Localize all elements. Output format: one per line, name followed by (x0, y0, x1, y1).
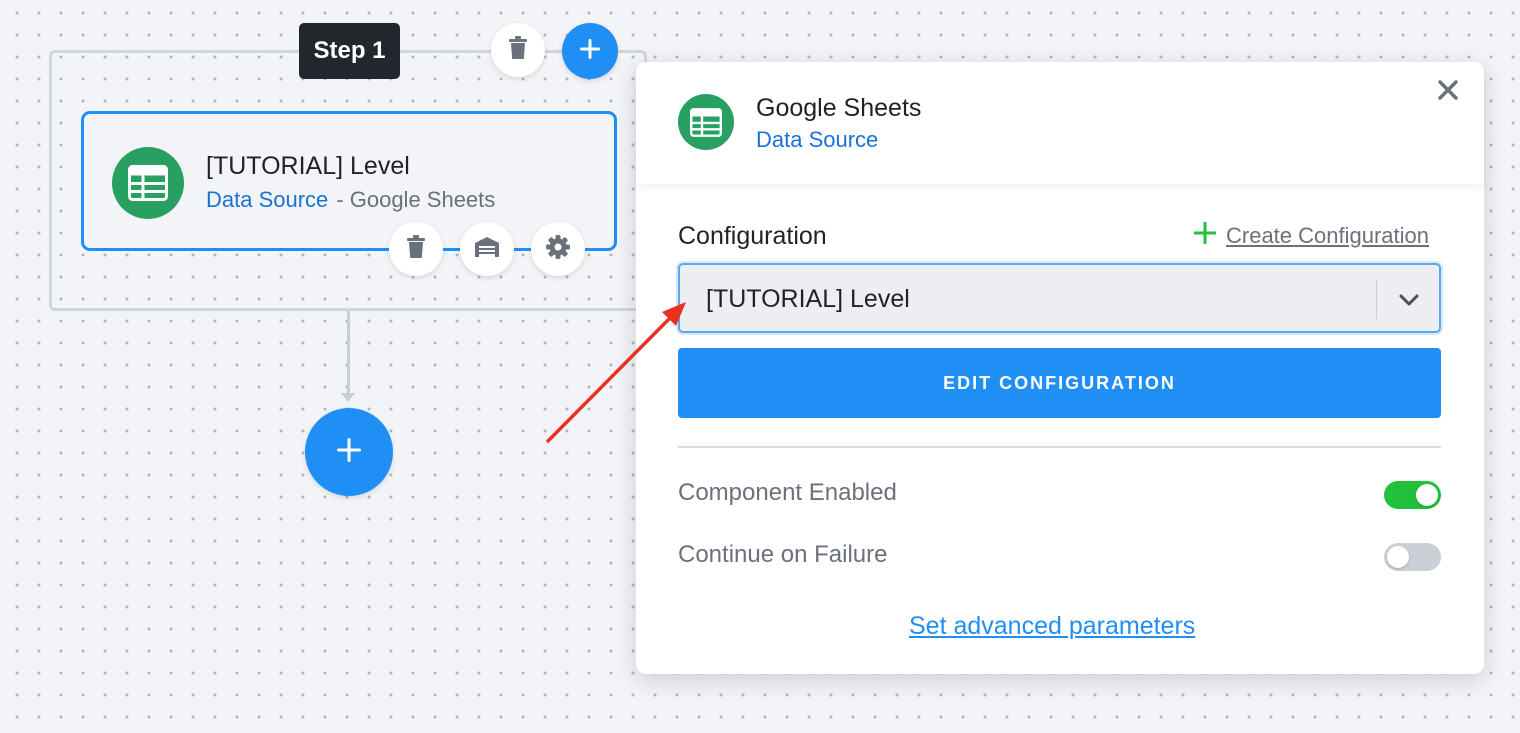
trash-icon (507, 35, 529, 65)
add-step-button[interactable] (305, 408, 393, 496)
chevron-down-icon[interactable] (1395, 286, 1423, 314)
component-enabled-label: Component Enabled (678, 479, 897, 506)
plus-icon (1194, 222, 1216, 249)
component-title: [TUTORIAL] Level (206, 152, 410, 180)
toggle-knob (1387, 546, 1409, 568)
trash-icon (405, 234, 427, 264)
edit-configuration-button[interactable]: EDIT CONFIGURATION (678, 348, 1441, 418)
component-card[interactable]: [TUTORIAL] Level Data Source - Google She… (81, 111, 617, 251)
delete-step-button[interactable] (491, 23, 545, 77)
advanced-parameters-link[interactable]: Set advanced parameters (909, 612, 1195, 641)
component-type: Data Source (206, 187, 329, 212)
continue-on-failure-toggle[interactable] (1384, 543, 1441, 571)
component-subtitle: Data Source - Google Sheets (206, 187, 495, 213)
close-panel-button[interactable] (1432, 76, 1464, 108)
configuration-select[interactable]: [TUTORIAL] Level (678, 263, 1441, 333)
toggle-knob (1416, 484, 1438, 506)
panel-title: Google Sheets (756, 94, 922, 122)
close-icon (1438, 79, 1458, 105)
panel-header: Google Sheets Data Source (636, 62, 1484, 184)
configuration-label: Configuration (678, 222, 827, 250)
google-sheets-icon (112, 147, 184, 219)
settings-button[interactable] (531, 222, 585, 276)
storage-button[interactable] (460, 222, 514, 276)
add-component-button[interactable] (562, 23, 618, 79)
component-settings-panel: Google Sheets Data Source Configuration … (636, 62, 1484, 674)
garage-icon (474, 236, 500, 263)
select-separator (1376, 279, 1377, 319)
selected-configuration: [TUTORIAL] Level (706, 285, 910, 313)
create-configuration-label: Create Configuration (1226, 222, 1430, 248)
plus-icon (336, 437, 362, 468)
step-label: Step 1 (299, 23, 400, 79)
plus-icon (579, 38, 601, 65)
continue-on-failure-label: Continue on Failure (678, 541, 888, 568)
panel-subtitle: Data Source (756, 127, 879, 152)
component-source: - Google Sheets (336, 187, 496, 212)
connector-arrow (341, 393, 355, 402)
create-configuration-link[interactable]: Create Configuration (1194, 222, 1429, 249)
google-sheets-icon (678, 94, 734, 150)
component-enabled-toggle[interactable] (1384, 481, 1441, 509)
divider (678, 446, 1441, 448)
step-connector (347, 311, 350, 393)
delete-component-button[interactable] (389, 222, 443, 276)
gear-icon (545, 234, 571, 265)
